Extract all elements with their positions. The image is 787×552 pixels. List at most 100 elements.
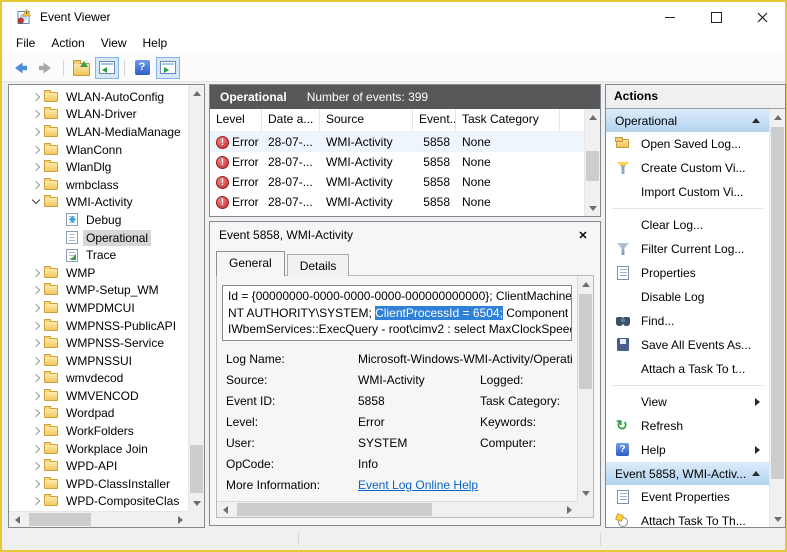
expand-chevron-icon[interactable] (30, 179, 44, 191)
action-help[interactable]: Help (606, 438, 769, 462)
expand-chevron-icon[interactable] (30, 91, 44, 103)
action-refresh[interactable]: Refresh (606, 414, 769, 438)
tree-item-wlandlg[interactable]: WlanDlg (10, 158, 187, 176)
toggle-action-pane-button[interactable] (156, 57, 180, 79)
tree-item-wpd-classinstaller[interactable]: WPD-ClassInstaller (10, 475, 187, 493)
tree-item-wmpnss-publicapi[interactable]: WMPNSS-PublicAPI (10, 317, 187, 335)
event-row[interactable]: !Error28-07-...WMI-Activity5858None (210, 152, 600, 172)
tree-item-wmpdmcui[interactable]: WMPDMCUI (10, 299, 187, 317)
column-header-date-a[interactable]: Date a... (262, 109, 320, 131)
action-properties[interactable]: Properties (606, 261, 769, 285)
scroll-up-icon[interactable] (189, 85, 205, 101)
actions-vertical-scrollbar[interactable] (769, 109, 785, 527)
list-vertical-scrollbar[interactable] (584, 109, 600, 216)
expand-chevron-icon[interactable] (30, 320, 44, 332)
scroll-up-icon[interactable] (578, 276, 594, 292)
tree-item-wmpnss-service[interactable]: WMPNSS-Service (10, 334, 187, 352)
tree-item-wmp-setup-wm[interactable]: WMP-Setup_WM (10, 282, 187, 300)
action-group-header-event-5858-wmi-activ[interactable]: Event 5858, WMI-Activ... (606, 462, 769, 485)
expand-chevron-icon[interactable] (30, 267, 44, 279)
tree-vertical-scrollbar[interactable] (188, 85, 204, 511)
scrollbar-thumb[interactable] (771, 127, 784, 479)
tree-item-trace[interactable]: Trace (10, 246, 187, 264)
tree-item-wmpnssui[interactable]: WMPNSSUI (10, 352, 187, 370)
tree-item-wlan-mediamanage[interactable]: WLAN-MediaManage (10, 123, 187, 141)
expand-chevron-icon[interactable] (30, 302, 44, 314)
tree-item-wpd-api[interactable]: WPD-API (10, 457, 187, 475)
expand-chevron-icon[interactable] (30, 495, 44, 507)
scroll-down-icon[interactable] (578, 485, 594, 501)
tree-item-wmi-activity[interactable]: WMI-Activity (10, 194, 187, 212)
event-row[interactable]: !Error28-07-...WMI-Activity5858None (210, 132, 600, 152)
collapse-icon[interactable] (752, 471, 760, 476)
scrollbar-thumb[interactable] (29, 513, 91, 526)
tree-item-wmvdecod[interactable]: wmvdecod (10, 370, 187, 388)
tree-item-wlan-driver[interactable]: WLAN-Driver (10, 106, 187, 124)
event-row[interactable]: !Error28-07-...WMI-Activity5858None (210, 172, 600, 192)
action-attach-task-to-th[interactable]: Attach Task To Th... (606, 509, 769, 527)
scrollbar-thumb[interactable] (579, 294, 592, 389)
column-header-event[interactable]: Event... (413, 109, 456, 131)
tree-item-wmvencod[interactable]: WMVENCOD (10, 387, 187, 405)
close-button[interactable] (739, 2, 785, 32)
action-find[interactable]: Find... (606, 309, 769, 333)
event-message-box[interactable]: Id = {00000000-0000-0000-0000-0000000000… (222, 285, 572, 341)
scroll-down-icon[interactable] (770, 511, 786, 527)
tree-item-workfolders[interactable]: WorkFolders (10, 422, 187, 440)
expand-chevron-icon[interactable] (30, 144, 44, 156)
action-open-saved-log[interactable]: Open Saved Log... (606, 132, 769, 156)
tree-item-operational[interactable]: Operational (10, 229, 187, 247)
expand-chevron-icon[interactable] (30, 460, 44, 472)
back-button[interactable] (8, 57, 32, 79)
action-filter-current-log[interactable]: Filter Current Log... (606, 237, 769, 261)
forward-button[interactable] (34, 57, 58, 79)
tab-general[interactable]: General (216, 251, 285, 276)
expand-chevron-icon[interactable] (30, 390, 44, 402)
scroll-right-icon[interactable] (561, 502, 577, 518)
action-group-header-operational[interactable]: Operational (606, 109, 769, 132)
expand-chevron-icon[interactable] (30, 161, 44, 173)
tree-item-wmp[interactable]: WMP (10, 264, 187, 282)
expand-chevron-icon[interactable] (30, 407, 44, 419)
close-detail-button[interactable]: ✕ (575, 227, 591, 243)
tree-item-wlanconn[interactable]: WlanConn (10, 141, 187, 159)
action-event-properties[interactable]: Event Properties (606, 485, 769, 509)
tree-horizontal-scrollbar[interactable] (9, 511, 188, 527)
expand-chevron-icon[interactable] (30, 284, 44, 296)
action-import-custom-vi[interactable]: Import Custom Vi... (606, 180, 769, 204)
tree-item-wpd-compositeclas[interactable]: WPD-CompositeClas (10, 493, 187, 510)
scroll-up-icon[interactable] (770, 109, 786, 125)
event-row[interactable]: !Error28-07-...WMI-Activity5858None (210, 192, 600, 212)
expand-chevron-icon[interactable] (30, 372, 44, 384)
action-attach-a-task-to-t[interactable]: Attach a Task To t... (606, 357, 769, 381)
scroll-right-icon[interactable] (172, 512, 188, 528)
tree-item-debug[interactable]: Debug (10, 211, 187, 229)
column-header-source[interactable]: Source (320, 109, 413, 131)
expand-chevron-icon[interactable] (30, 337, 44, 349)
column-header-task-category[interactable]: Task Category (456, 109, 560, 131)
expand-chevron-icon[interactable] (30, 108, 44, 120)
action-create-custom-vi[interactable]: Create Custom Vi... (606, 156, 769, 180)
scroll-down-icon[interactable] (585, 200, 601, 216)
expand-chevron-icon[interactable] (30, 355, 44, 367)
tab-details[interactable]: Details (287, 254, 350, 276)
tree-item-wlan-autoconfig[interactable]: WLAN-AutoConfig (10, 88, 187, 106)
toggle-console-tree-button[interactable] (95, 57, 119, 79)
scroll-down-icon[interactable] (189, 495, 205, 511)
column-header-level[interactable]: Level (210, 109, 262, 131)
export-log-button[interactable] (69, 57, 93, 79)
expand-chevron-icon[interactable] (30, 425, 44, 437)
menu-file[interactable]: File (8, 32, 43, 54)
collapse-chevron-icon[interactable] (30, 196, 44, 208)
scroll-up-icon[interactable] (585, 109, 601, 125)
action-clear-log[interactable]: Clear Log... (606, 213, 769, 237)
expand-chevron-icon[interactable] (30, 126, 44, 138)
action-view[interactable]: View (606, 390, 769, 414)
collapse-icon[interactable] (752, 118, 760, 123)
menu-help[interactable]: Help (135, 32, 176, 54)
scroll-left-icon[interactable] (9, 512, 25, 528)
menu-action[interactable]: Action (43, 32, 92, 54)
tree-item-wordpad[interactable]: Wordpad (10, 405, 187, 423)
detail-horizontal-scrollbar[interactable] (217, 501, 577, 517)
event-log-online-help-link[interactable]: Event Log Online Help (358, 478, 478, 492)
